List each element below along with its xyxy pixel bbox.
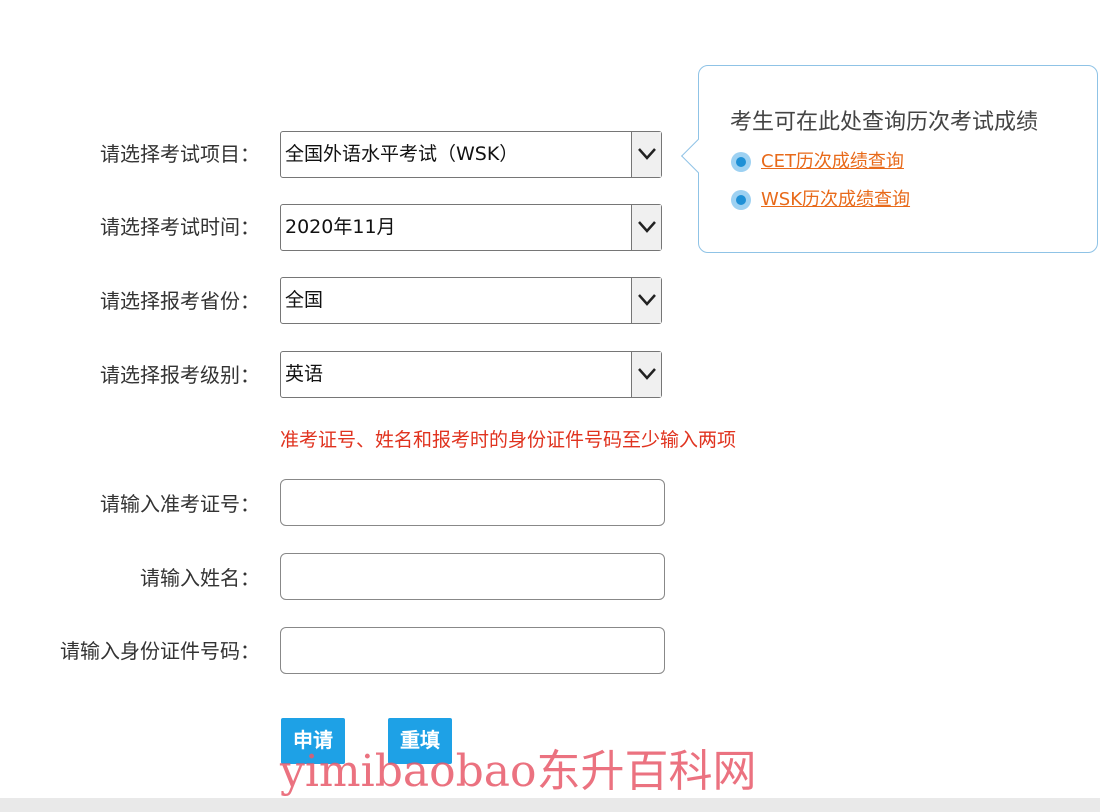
chevron-down-icon[interactable] xyxy=(631,205,661,250)
watermark: yimibaobao东升百科网 xyxy=(280,746,757,797)
level-select[interactable]: 英语 xyxy=(280,351,662,398)
level-label: 请选择报考级别： xyxy=(100,363,260,387)
cet-history-link[interactable]: CET历次成绩查询 xyxy=(731,151,904,173)
tooltip-tail xyxy=(681,139,715,173)
wsk-history-link-text[interactable]: WSK历次成绩查询 xyxy=(761,189,910,211)
exam-time-label: 请选择考试时间： xyxy=(100,215,260,239)
exam-item-label: 请选择考试项目： xyxy=(100,142,260,166)
province-value: 全国 xyxy=(285,289,324,311)
exam-time-value: 2020年11月 xyxy=(285,216,396,238)
tooltip-title: 考生可在此处查询历次考试成绩 xyxy=(730,110,1039,135)
radio-dot-icon xyxy=(731,152,751,172)
name-input[interactable] xyxy=(280,553,665,600)
chevron-down-icon[interactable] xyxy=(631,278,661,323)
name-label: 请输入姓名： xyxy=(140,566,260,590)
cet-history-link-text[interactable]: CET历次成绩查询 xyxy=(761,151,904,173)
province-label: 请选择报考省份： xyxy=(100,289,260,313)
chevron-down-icon[interactable] xyxy=(631,352,661,397)
chevron-down-icon[interactable] xyxy=(631,132,661,177)
province-select[interactable]: 全国 xyxy=(280,277,662,324)
radio-dot-icon xyxy=(731,190,751,210)
score-query-tooltip: 考生可在此处查询历次考试成绩 CET历次成绩查询 WSK历次成绩查询 xyxy=(681,65,1098,253)
level-value: 英语 xyxy=(285,363,324,385)
input-requirement-notice: 准考证号、姓名和报考时的身份证件号码至少输入两项 xyxy=(280,429,737,451)
ticket-no-label: 请输入准考证号： xyxy=(100,492,260,516)
exam-item-value: 全国外语水平考试（WSK） xyxy=(285,143,519,165)
ticket-no-input[interactable] xyxy=(280,479,665,526)
bottom-bar xyxy=(0,798,1100,812)
exam-time-select[interactable]: 2020年11月 xyxy=(280,204,662,251)
wsk-history-link[interactable]: WSK历次成绩查询 xyxy=(731,189,910,211)
id-no-label: 请输入身份证件号码： xyxy=(60,639,260,663)
exam-item-select[interactable]: 全国外语水平考试（WSK） xyxy=(280,131,662,178)
id-no-input[interactable] xyxy=(280,627,665,674)
